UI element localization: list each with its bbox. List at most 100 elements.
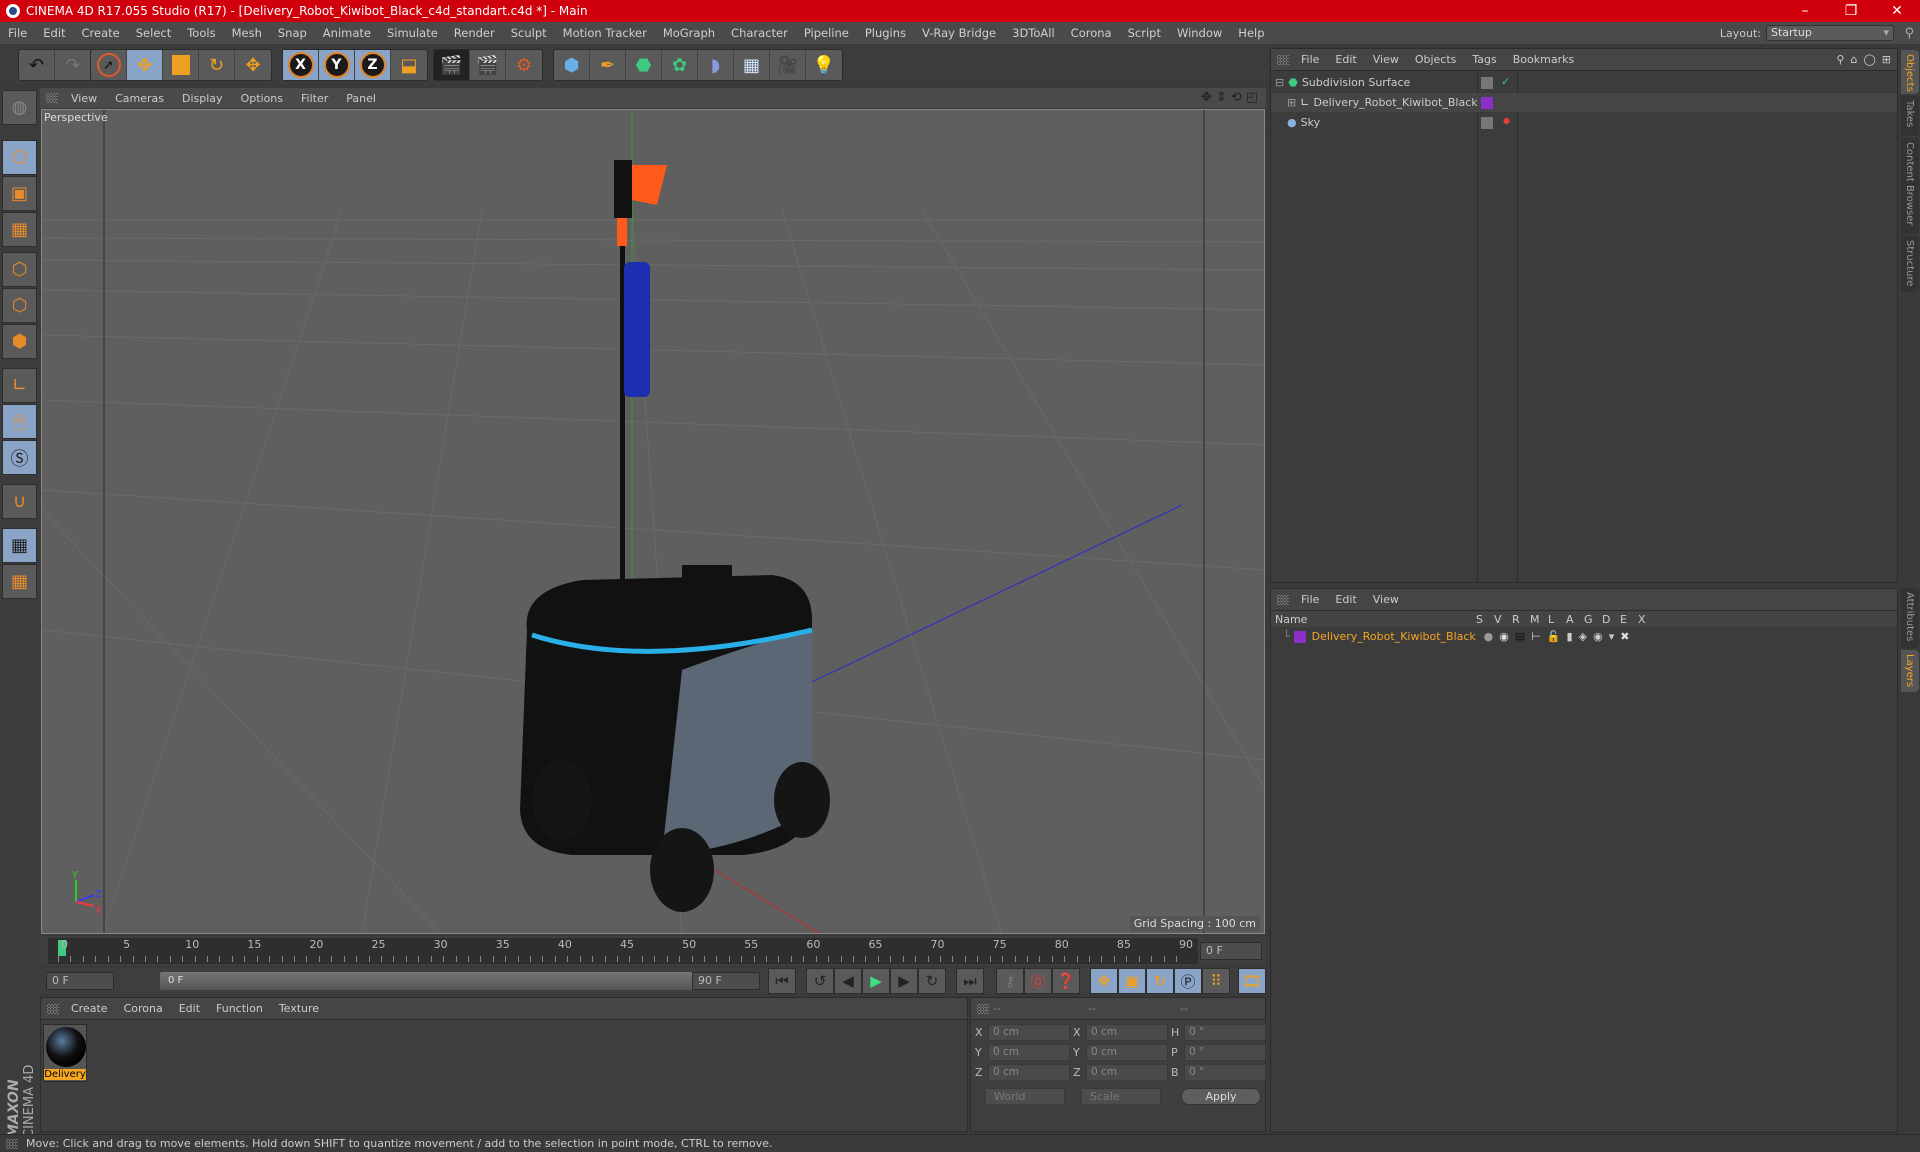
transform-mode-dropdown[interactable]: Scale — [1081, 1088, 1161, 1105]
solo-toggle-icon[interactable]: ● — [1484, 630, 1494, 643]
size-x-field[interactable]: 0 cm — [1086, 1024, 1168, 1041]
texture-mode-icon[interactable]: ▣ — [2, 176, 37, 211]
previous-key-icon[interactable]: ↺ — [806, 968, 834, 994]
view-toggle-icon[interactable]: ◉ — [1499, 630, 1509, 643]
expand-icon[interactable]: ⊞ — [1287, 96, 1296, 109]
pen-spline-icon[interactable]: ✒ — [590, 50, 626, 80]
menu-snap[interactable]: Snap — [270, 26, 315, 40]
3d-viewport[interactable]: Y Z X Perspective Grid Spacing : 100 cm — [41, 109, 1265, 934]
menu-sculpt[interactable]: Sculpt — [503, 26, 555, 40]
new-window-icon[interactable]: ⊞ — [1882, 53, 1891, 66]
make-editable-icon[interactable]: ◍ — [2, 90, 37, 125]
points-mode-icon[interactable]: ⬡ — [2, 252, 37, 287]
layer-color-swatch[interactable] — [1293, 630, 1306, 643]
dolly-icon[interactable]: ⇕ — [1216, 90, 1227, 105]
grip-icon[interactable] — [6, 1138, 18, 1149]
layer-name[interactable]: Delivery_Robot_Kiwibot_Black — [1312, 630, 1482, 643]
xrefs-toggle-icon[interactable]: ✖ — [1620, 630, 1629, 643]
menu-vray-bridge[interactable]: V-Ray Bridge — [914, 26, 1004, 40]
render-view-icon[interactable]: 🎬 — [434, 50, 470, 80]
move-icon[interactable]: ✥ — [127, 50, 163, 80]
undo-icon[interactable]: ↶ — [19, 50, 55, 80]
cube-icon[interactable]: ⬢ — [554, 50, 590, 80]
tab-structure[interactable]: Structure — [1901, 236, 1919, 292]
solo-icon[interactable]: Ⓢ — [2, 440, 37, 475]
menu-mesh[interactable]: Mesh — [224, 26, 270, 40]
start-frame-field[interactable]: 0 F — [46, 972, 114, 990]
camera-icon[interactable]: 🎥 — [770, 50, 806, 80]
x-axis-icon[interactable]: X — [283, 50, 319, 80]
viewport-camera-label[interactable]: Perspective — [44, 111, 108, 124]
key-scale-icon[interactable]: ▣ — [1118, 968, 1146, 994]
generators-toggle-icon[interactable]: ◈ — [1579, 630, 1587, 643]
rot-p-field[interactable]: 0 ° — [1184, 1044, 1266, 1061]
delivery-robot-model[interactable] — [520, 160, 830, 912]
end-frame-field[interactable]: 90 F — [692, 972, 760, 990]
menu-character[interactable]: Character — [723, 26, 796, 40]
tab-attributes[interactable]: Attributes — [1901, 588, 1919, 648]
model-mode-icon[interactable]: ⬡ — [2, 140, 37, 175]
frame-range-slider[interactable]: 0 F 90 F — [160, 972, 725, 990]
pos-z-field[interactable]: 0 cm — [988, 1064, 1070, 1081]
menu-select[interactable]: Select — [128, 26, 179, 40]
collapse-icon[interactable]: ⊟ — [1275, 76, 1284, 89]
menu-edit[interactable]: Edit — [35, 26, 73, 40]
layer-menu-view[interactable]: View — [1365, 593, 1407, 606]
object-menu-objects[interactable]: Objects — [1407, 53, 1465, 66]
motion-path-icon[interactable]: ⚷ — [996, 968, 1024, 994]
animation-toggle-icon[interactable]: ▮ — [1567, 630, 1573, 643]
snap-magnet-icon[interactable]: ∪ — [2, 484, 37, 519]
menu-plugins[interactable]: Plugins — [857, 26, 914, 40]
menu-pipeline[interactable]: Pipeline — [796, 26, 857, 40]
maximize-view-icon[interactable]: ◰ — [1246, 90, 1258, 105]
visibility-dot-icon[interactable]: ● — [1503, 116, 1510, 125]
layer-color-swatch[interactable] — [1481, 97, 1493, 109]
restore-button[interactable]: ❐ — [1828, 3, 1874, 19]
expressions-toggle-icon[interactable]: ▾ — [1609, 630, 1615, 643]
menu-tools[interactable]: Tools — [179, 26, 223, 40]
current-frame-field[interactable]: 0 F — [1200, 942, 1262, 960]
eye-icon[interactable]: ◯ — [1863, 53, 1875, 66]
workplane-rotate-icon[interactable]: ▦ — [2, 564, 37, 599]
go-to-end-icon[interactable]: ⏭ — [956, 968, 984, 994]
object-menu-file[interactable]: File — [1293, 53, 1327, 66]
polygons-mode-icon[interactable]: ⬢ — [2, 324, 37, 359]
layer-menu-file[interactable]: File — [1293, 593, 1327, 606]
grip-icon[interactable] — [1277, 54, 1289, 65]
menu-animate[interactable]: Animate — [315, 26, 379, 40]
next-key-icon[interactable]: ↻ — [918, 968, 946, 994]
workplane-lock-icon[interactable]: ▦ — [2, 528, 37, 563]
material-menu-function[interactable]: Function — [208, 1002, 271, 1015]
menu-motion-tracker[interactable]: Motion Tracker — [555, 26, 655, 40]
home-icon[interactable]: ⌂ — [1850, 53, 1857, 66]
material-menu-edit[interactable]: Edit — [171, 1002, 208, 1015]
editor-visibility-icon[interactable] — [1481, 117, 1493, 129]
pos-x-field[interactable]: 0 cm — [988, 1024, 1070, 1041]
material-menu-corona[interactable]: Corona — [116, 1002, 171, 1015]
object-row-delivery-robot[interactable]: ⊞ ∟ Delivery_Robot_Kiwibot_Black — [1271, 93, 1897, 113]
viewport-menu-display[interactable]: Display — [173, 92, 232, 105]
key-parameter-icon[interactable]: Ⓟ — [1174, 968, 1202, 994]
object-row-sky[interactable]: ● Sky ● — [1271, 113, 1897, 133]
lock-toggle-icon[interactable]: 🔓 — [1547, 630, 1561, 643]
floor-icon[interactable]: ▦ — [734, 50, 770, 80]
menu-3dtoall[interactable]: 3DToAll — [1004, 26, 1063, 40]
viewport-menu-view[interactable]: View — [62, 92, 106, 105]
size-y-field[interactable]: 0 cm — [1086, 1044, 1168, 1061]
scale-icon[interactable] — [163, 50, 199, 80]
play-icon[interactable]: ▶ — [862, 968, 890, 994]
live-selection-icon[interactable]: ➚ — [91, 50, 127, 80]
grip-icon[interactable] — [47, 1003, 59, 1014]
search-icon[interactable]: ⚲ — [1836, 53, 1844, 66]
pos-y-field[interactable]: 0 cm — [988, 1044, 1070, 1061]
redo-icon[interactable]: ↷ — [55, 50, 91, 80]
menu-file[interactable]: File — [0, 26, 35, 40]
close-button[interactable]: ✕ — [1874, 3, 1920, 19]
menu-simulate[interactable]: Simulate — [379, 26, 446, 40]
object-row-subdivision-surface[interactable]: ⊟ ⬣ Subdivision Surface ✓ — [1271, 73, 1897, 93]
render-settings-icon[interactable]: ⚙ — [506, 50, 542, 80]
edges-mode-icon[interactable]: ⬡ — [2, 288, 37, 323]
rotate-icon[interactable]: ↻ — [199, 50, 235, 80]
apply-button[interactable]: Apply — [1181, 1088, 1261, 1105]
timeline-window-icon[interactable]: 🎞 — [1238, 968, 1266, 994]
